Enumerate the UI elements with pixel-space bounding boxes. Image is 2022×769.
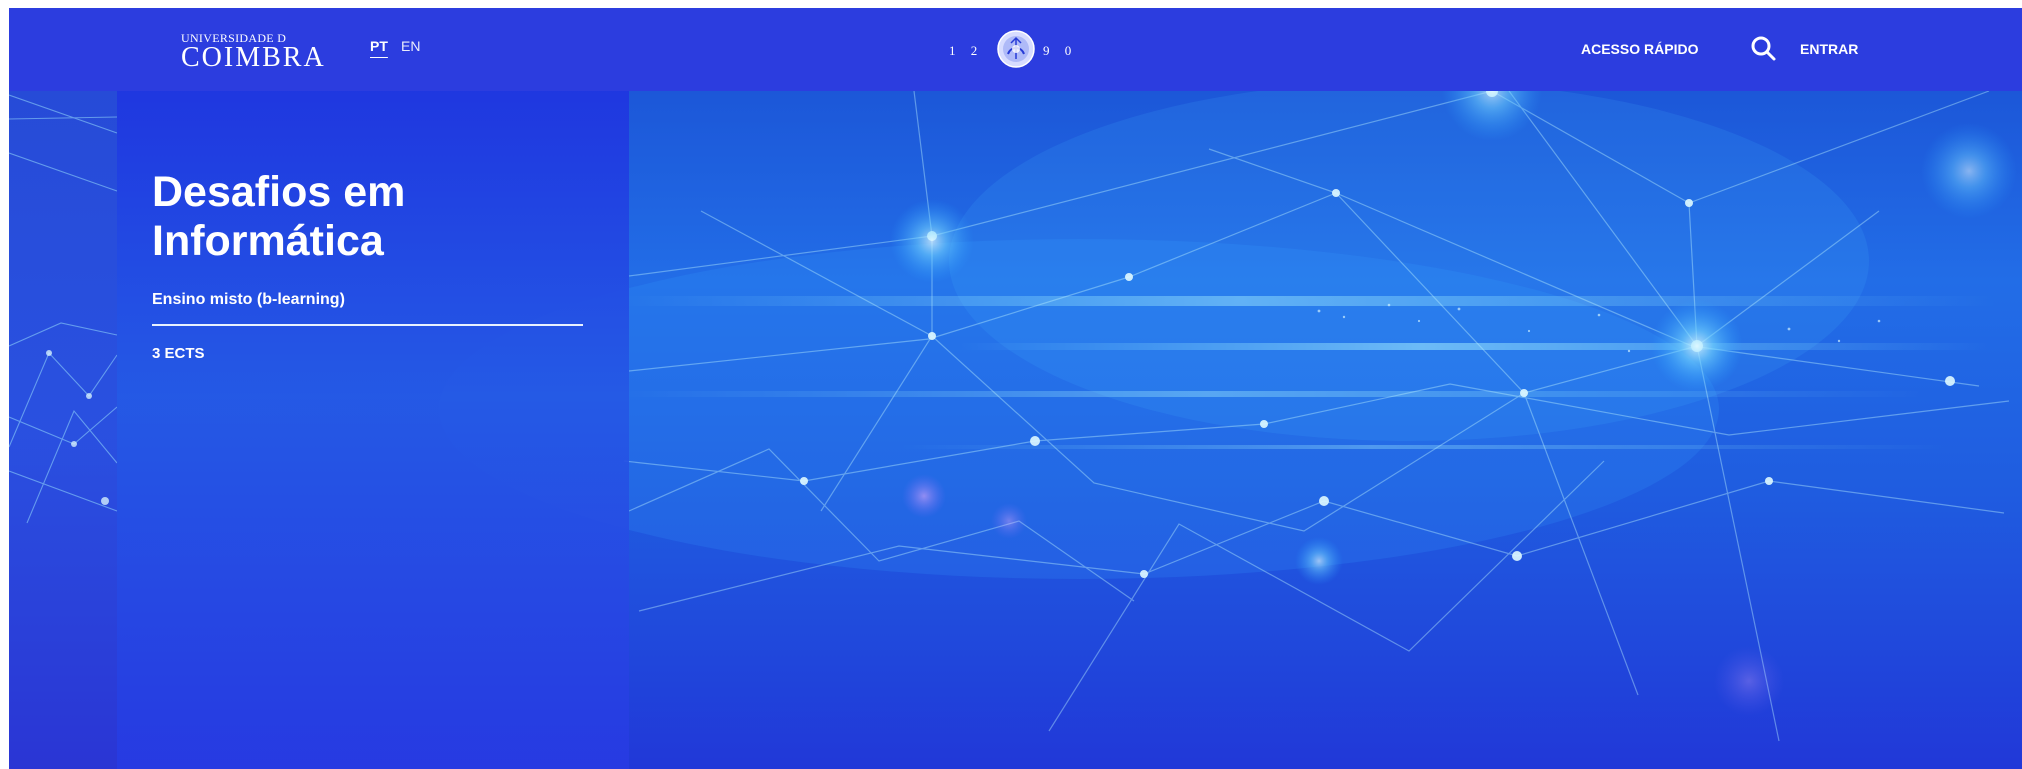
search-icon[interactable] [1749, 34, 1777, 62]
university-seal-mark: 1 2 9 0 [949, 27, 1099, 73]
page: UNIVERSIDADE D COIMBRA PT EN 1 2 9 0 ACE… [0, 0, 2022, 769]
delivery-mode: Ensino misto (b-learning) [152, 291, 345, 308]
language-pt-link[interactable]: PT [370, 38, 388, 54]
course-title-line-1: Desafios em [152, 167, 406, 216]
founding-year-right: 9 0 [1043, 43, 1078, 58]
university-logo-link[interactable]: UNIVERSIDADE D COIMBRA [173, 31, 343, 73]
university-seal-icon [997, 30, 1035, 68]
top-navigation-bar: UNIVERSIDADE D COIMBRA PT EN 1 2 9 0 ACE… [9, 8, 2022, 91]
course-title-line-2: Informática [152, 216, 384, 265]
course-info-divider [152, 324, 583, 326]
login-link[interactable]: ENTRAR [1800, 41, 1858, 57]
quick-access-button[interactable]: ACESSO RÁPIDO [1581, 41, 1698, 57]
language-en-link[interactable]: EN [401, 38, 420, 54]
course-credits: 3 ECTS [152, 345, 205, 362]
founding-year-left: 1 2 [949, 43, 984, 58]
course-hero: Desafios em Informática Ensino misto (b-… [9, 91, 2022, 769]
course-title: Desafios em Informática [152, 168, 482, 266]
university-logo-name: COIMBRA [181, 42, 326, 73]
